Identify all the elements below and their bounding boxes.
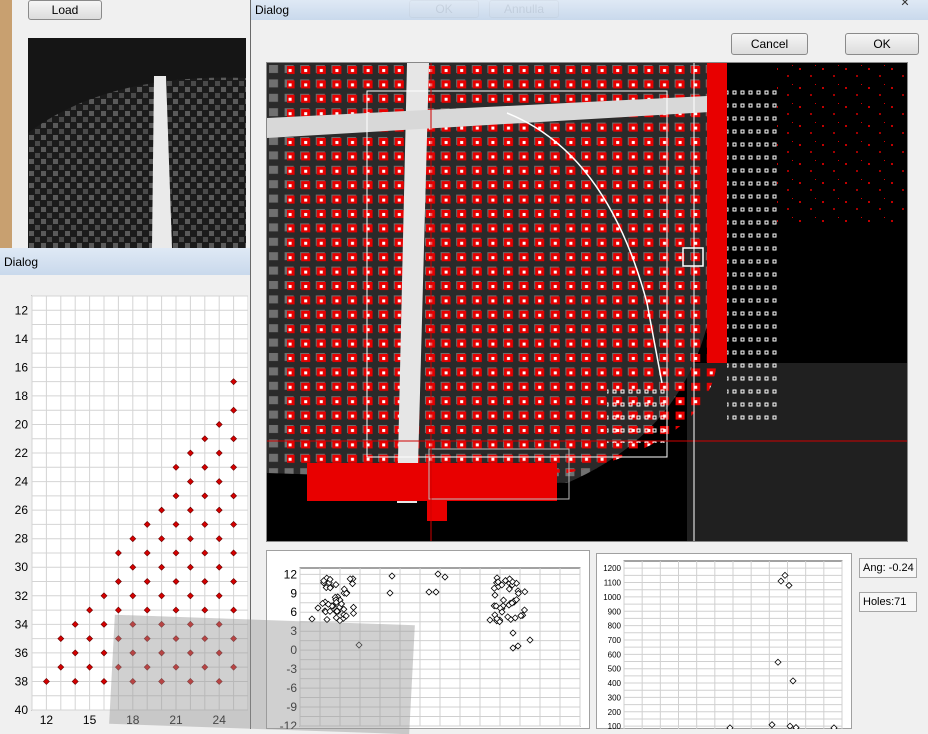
matched-holes xyxy=(607,383,667,443)
red-edge xyxy=(707,63,727,363)
y-tick-label: 40 xyxy=(15,703,29,717)
y-tick-label: 16 xyxy=(15,360,29,374)
y-tick-label: 6 xyxy=(290,605,297,619)
x-tick-label: 12 xyxy=(40,713,54,727)
x-tick-label: 15 xyxy=(83,713,97,727)
y-tick-label: 20 xyxy=(15,417,29,431)
radius-scatter-chart: 1200 1100 1000 900 800 700 600 500 400 300 200 100 xyxy=(603,560,843,729)
y-tick-label: 30 xyxy=(15,560,29,574)
y-tick-label: 32 xyxy=(15,589,29,603)
holes-readout: Holes:71 xyxy=(859,592,917,612)
red-bottom-block xyxy=(307,463,557,501)
y-tick-label: 38 xyxy=(15,674,29,688)
y-tick-label: 700 xyxy=(608,636,622,645)
y-tick-label: 28 xyxy=(15,532,29,546)
y-tick-label: 200 xyxy=(608,708,622,717)
hidden-ok-button: OK xyxy=(409,0,479,18)
y-tick-label: 1200 xyxy=(603,564,621,573)
red-bottom-tab xyxy=(427,501,447,521)
ok-button[interactable]: OK xyxy=(845,33,919,55)
load-button[interactable]: Load xyxy=(28,0,102,20)
cancel-button[interactable]: Cancel xyxy=(731,33,808,55)
back-dialog-title: Dialog xyxy=(4,254,39,269)
y-tick-label: 600 xyxy=(608,650,622,659)
y-tick-label: 9 xyxy=(290,586,297,600)
window-left-edge xyxy=(0,0,12,248)
drag-ghost xyxy=(109,614,415,734)
y-tick-label: 400 xyxy=(608,679,622,688)
angle-readout: Ang: -0.24 xyxy=(859,558,917,578)
camera-view[interactable] xyxy=(266,62,908,542)
back-dialog-titlebar: Dialog xyxy=(0,248,250,275)
y-tick-label: 36 xyxy=(15,646,29,660)
y-tick-label: 34 xyxy=(15,617,29,631)
y-tick-label: 26 xyxy=(15,503,29,517)
y-tick-label: 900 xyxy=(608,607,622,616)
y-tick-label: 24 xyxy=(15,475,29,489)
main-dialog-title: Dialog xyxy=(255,3,290,17)
noise-region xyxy=(777,63,907,223)
y-tick-label: 300 xyxy=(608,693,622,702)
y-tick-label: 100 xyxy=(608,722,622,729)
y-tick-label: 800 xyxy=(608,622,622,631)
y-tick-label: 500 xyxy=(608,665,622,674)
y-tick-label: 12 xyxy=(15,303,29,317)
y-tick-label: 14 xyxy=(15,332,29,346)
y-tick-label: 22 xyxy=(15,446,29,460)
y-tick-label: 1100 xyxy=(604,579,622,588)
main-dialog-titlebar: Dialog xyxy=(251,0,928,20)
close-icon[interactable]: ✕ xyxy=(885,0,925,10)
preview-image xyxy=(28,38,246,248)
y-tick-label: 18 xyxy=(15,389,29,403)
candidate-points xyxy=(727,83,777,423)
carbon-fiber-preview xyxy=(28,76,246,248)
hidden-annulla-button: Annulla xyxy=(489,0,559,18)
main-dialog: Dialog OK Annulla ✕ Cancel OK 12 9 6 3 0… xyxy=(250,0,928,729)
y-tick-label: 12 xyxy=(284,567,298,581)
y-tick-label: 1000 xyxy=(603,593,621,602)
